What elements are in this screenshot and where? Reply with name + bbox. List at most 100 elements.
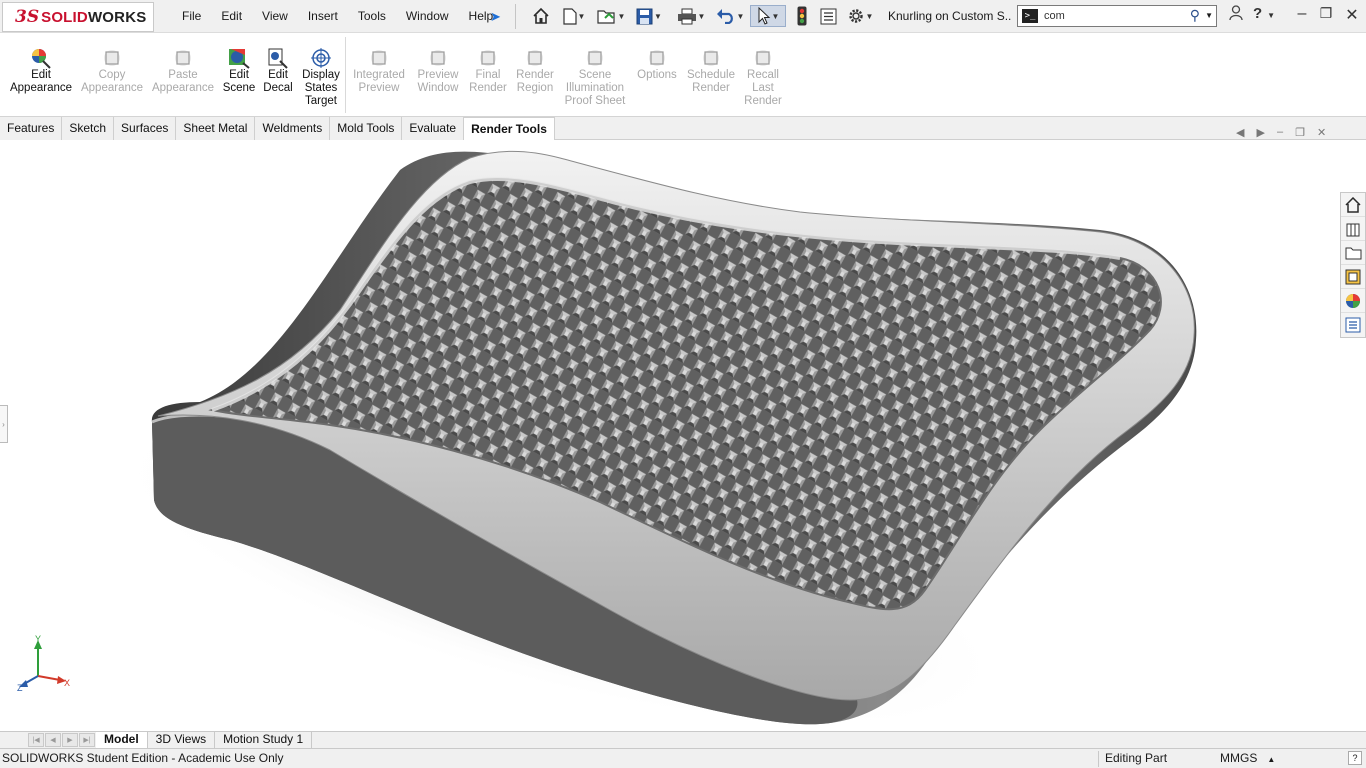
solidworks-resources-icon[interactable]: [1341, 193, 1365, 217]
new-document-icon[interactable]: ▼: [558, 5, 590, 27]
tab-features[interactable]: Features: [0, 117, 63, 140]
next-tab-icon[interactable]: ▶: [62, 733, 78, 747]
ribbon-button-display-states-target[interactable]: Display States Target: [299, 47, 343, 108]
viewport-minimize-icon[interactable]: –: [1277, 126, 1283, 139]
scene-illumination-icon: [583, 47, 607, 69]
tab-3d-views[interactable]: 3D Views: [148, 732, 216, 748]
menu-edit[interactable]: Edit: [211, 0, 252, 33]
ribbon-button-label: Edit Appearance: [9, 69, 73, 94]
ribbon-button-label: Options: [637, 69, 677, 81]
recall-last-render-icon: [751, 47, 775, 69]
quick-tips-icon[interactable]: ?: [1348, 751, 1362, 765]
menu-file[interactable]: File: [172, 0, 211, 33]
ribbon-button-label: Schedule Render: [687, 69, 735, 94]
tab-model[interactable]: Model: [96, 732, 148, 748]
chevron-up-icon: ▲: [1267, 755, 1276, 764]
traffic-light-icon[interactable]: [793, 5, 811, 27]
ribbon-button-final-render[interactable]: Final Render: [468, 47, 508, 95]
viewport-restore-icon[interactable]: ❐: [1295, 126, 1305, 139]
user-account-icon[interactable]: [1224, 5, 1248, 24]
ds-logo-mark: 3S: [15, 7, 40, 27]
undo-icon[interactable]: ▼: [713, 5, 747, 27]
command-manager-tabs: Features Sketch Surfaces Sheet Metal Wel…: [0, 117, 1366, 140]
view-palette-icon[interactable]: [1341, 265, 1365, 289]
ribbon-button-edit-decal[interactable]: Edit Decal: [260, 47, 296, 95]
ribbon-button-recall-last-render[interactable]: Recall Last Render: [741, 47, 785, 108]
tab-weldments[interactable]: Weldments: [255, 117, 331, 140]
search-commands-box[interactable]: >_ ⚲ ▼: [1017, 5, 1217, 27]
brand-name: SOLIDWORKS: [41, 8, 147, 26]
close-icon[interactable]: ✕: [1340, 5, 1364, 25]
search-icon[interactable]: ⚲: [1190, 7, 1200, 24]
restore-icon[interactable]: ❐: [1314, 5, 1338, 22]
tab-sheet-metal[interactable]: Sheet Metal: [176, 117, 256, 140]
viewport-close-icon[interactable]: ✕: [1317, 126, 1326, 139]
menu-window[interactable]: Window: [396, 0, 459, 33]
custom-properties-icon[interactable]: [1341, 313, 1365, 337]
design-library-icon[interactable]: [1341, 217, 1365, 241]
pin-menu-icon[interactable]: ➤: [490, 9, 501, 25]
status-bar: SOLIDWORKS Student Edition - Academic Us…: [0, 748, 1366, 768]
file-properties-icon[interactable]: [817, 5, 839, 27]
ribbon-button-label: Integrated Preview: [353, 69, 405, 94]
ribbon-button-edit-scene[interactable]: Edit Scene: [221, 47, 257, 95]
previous-view-icon[interactable]: ◀︎: [1236, 126, 1244, 139]
edit-appearance-icon: [29, 47, 53, 69]
last-tab-icon[interactable]: ▶|: [79, 733, 95, 747]
tab-mold-tools[interactable]: Mold Tools: [330, 117, 403, 140]
open-icon[interactable]: ▼: [594, 5, 628, 27]
unit-system-selector[interactable]: MMGS ▲: [1220, 751, 1275, 765]
preview-window-icon: [426, 47, 450, 69]
ribbon-button-paste-appearance[interactable]: Paste Appearance: [151, 47, 215, 95]
tab-motion-study-1[interactable]: Motion Study 1: [215, 732, 313, 748]
ribbon-button-label: Recall Last Render: [744, 69, 782, 107]
file-explorer-icon[interactable]: [1341, 241, 1365, 265]
menu-insert[interactable]: Insert: [298, 0, 348, 33]
ribbon-button-render-region[interactable]: Render Region: [512, 47, 558, 95]
help-icon[interactable]: ? ▼: [1252, 5, 1276, 22]
ribbon-button-label: Preview Window: [417, 69, 459, 94]
next-view-icon[interactable]: ▶︎: [1256, 126, 1264, 139]
knurled-seat-cushion-model[interactable]: Y X Z: [0, 140, 1366, 731]
chevron-down-icon[interactable]: ▼: [1205, 11, 1213, 20]
ribbon-button-edit-appearance[interactable]: Edit Appearance: [9, 47, 73, 95]
final-render-icon: [476, 47, 500, 69]
render-tools-ribbon: Edit Appearance Copy Appearance Paste Appe…: [0, 33, 1366, 117]
first-tab-icon[interactable]: |◀: [28, 733, 44, 747]
appearances-icon[interactable]: [1341, 289, 1365, 313]
ribbon-button-label: Edit Decal: [263, 69, 293, 94]
tab-render-tools[interactable]: Render Tools: [464, 117, 555, 140]
ribbon-button-label: Render Region: [516, 69, 554, 94]
ribbon-button-label: Edit Scene: [222, 69, 256, 94]
svg-text:X: X: [64, 678, 70, 688]
options-gear-icon[interactable]: ▼: [842, 5, 878, 27]
tab-evaluate[interactable]: Evaluate: [402, 117, 465, 140]
minimize-icon[interactable]: –: [1290, 5, 1314, 23]
menu-bar: File Edit View Insert Tools Window Help: [172, 0, 503, 33]
menu-view[interactable]: View: [252, 0, 298, 33]
ribbon-button-label: Scene Illumination Proof Sheet: [564, 69, 626, 107]
home-icon[interactable]: [530, 5, 552, 27]
ribbon-button-preview-window[interactable]: Preview Window: [414, 47, 462, 95]
ribbon-button-options[interactable]: Options: [634, 47, 680, 82]
print-icon[interactable]: ▼: [673, 5, 709, 27]
select-icon[interactable]: ▼: [750, 5, 786, 27]
ribbon-button-scene-illumination[interactable]: Scene Illumination Proof Sheet: [562, 47, 628, 108]
ribbon-button-copy-appearance[interactable]: Copy Appearance: [80, 47, 144, 95]
previous-tab-icon[interactable]: ◀: [45, 733, 61, 747]
ribbon-button-schedule-render[interactable]: Schedule Render: [684, 47, 738, 95]
solidworks-logo[interactable]: 3S SOLIDWORKS: [2, 2, 154, 32]
ribbon-button-label: Paste Appearance: [151, 69, 215, 94]
toolbar-separator: [515, 4, 516, 29]
tab-surfaces[interactable]: Surfaces: [114, 117, 177, 140]
save-icon[interactable]: ▼: [634, 5, 664, 27]
graphics-area[interactable]: Y X Z ›: [0, 140, 1366, 731]
tab-sketch[interactable]: Sketch: [62, 117, 115, 140]
solidworks-window: 3S SOLIDWORKS File Edit View Insert Tool…: [0, 0, 1366, 768]
model-tabs-bar: |◀ ◀ ▶ ▶| Model 3D Views Motion Study 1: [0, 731, 1366, 748]
feature-manager-flyout-handle[interactable]: ›: [0, 405, 8, 443]
svg-text:Y: Y: [35, 634, 41, 644]
ribbon-button-integrated-preview[interactable]: Integrated Preview: [350, 47, 408, 95]
search-input[interactable]: [1044, 10, 1174, 22]
menu-tools[interactable]: Tools: [348, 0, 396, 33]
